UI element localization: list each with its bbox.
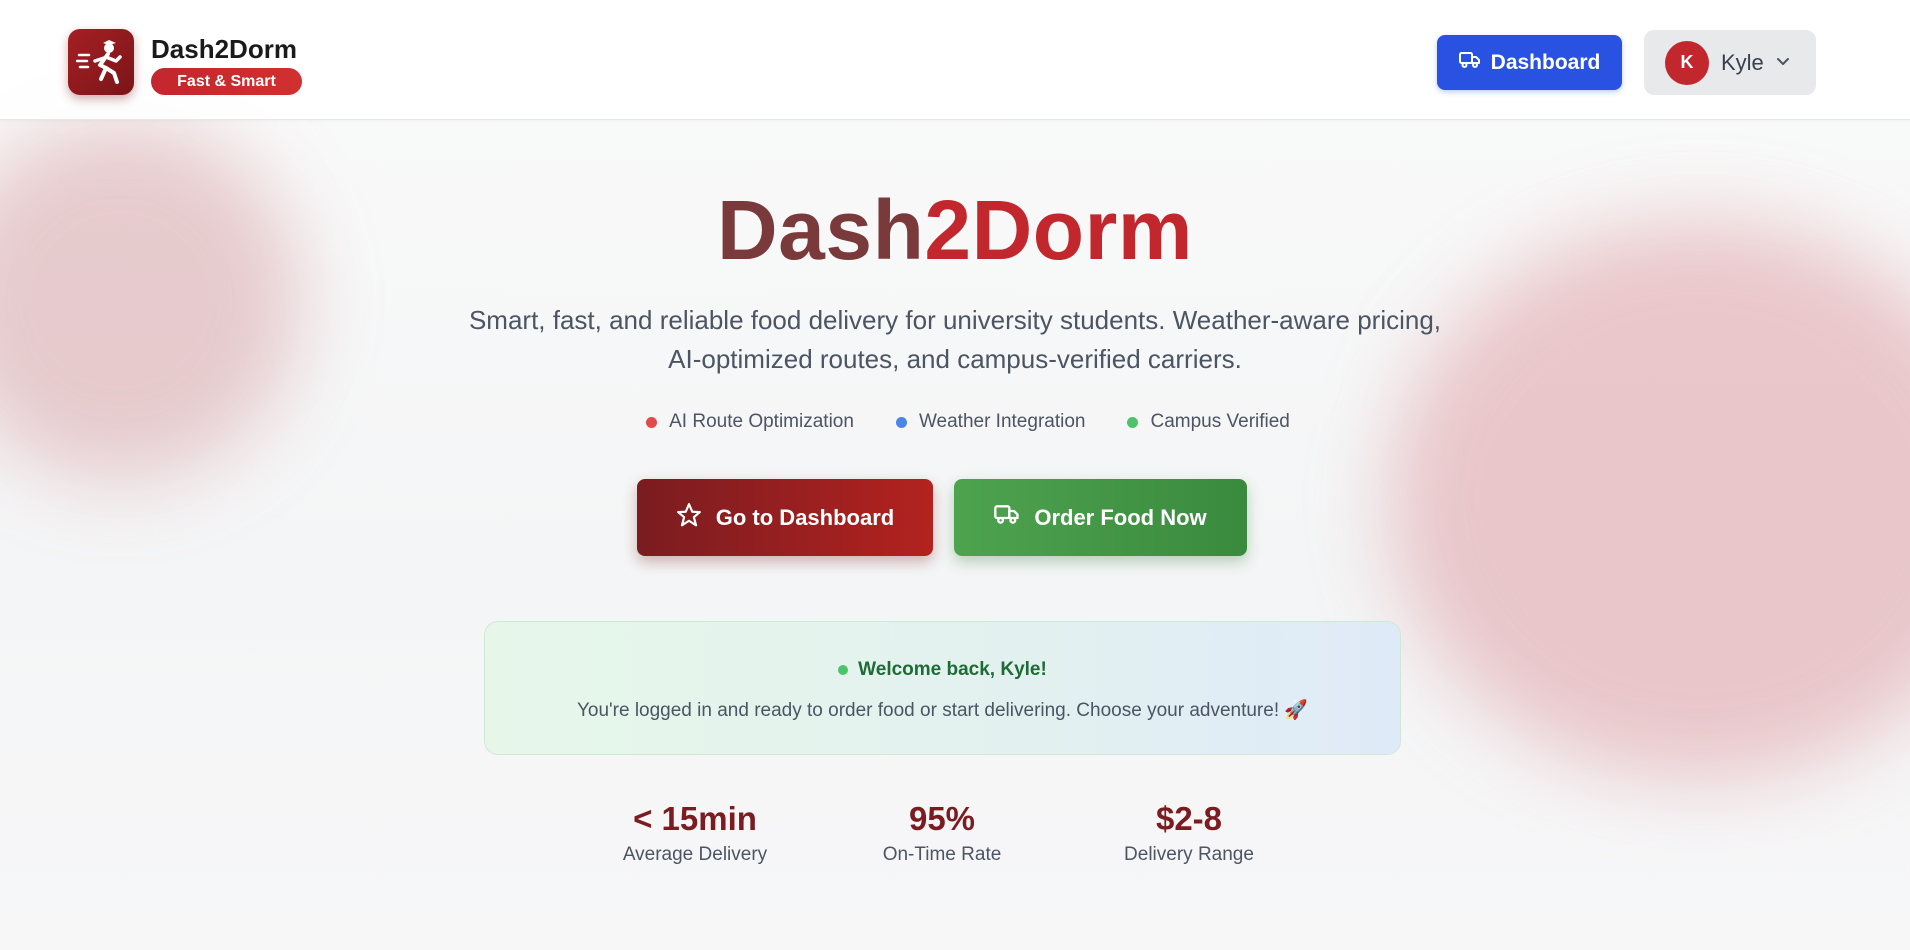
welcome-title-text: Welcome back, Kyle! [858,659,1047,680]
stat-label: On-Time Rate [882,844,1002,865]
feature-label: Campus Verified [1150,411,1290,432]
hero-subtitle: Smart, fast, and reliable food delivery … [405,301,1505,379]
blue-dot-icon [895,416,907,428]
dashboard-button-label: Dashboard [1490,50,1601,74]
order-food-now-button[interactable]: Order Food Now [954,479,1247,556]
truck-icon [994,504,1020,531]
star-icon [676,502,702,534]
top-navbar: Dash2Dorm Fast & Smart Dashboard K Kyle [0,0,1910,120]
order-food-now-label: Order Food Now [1034,504,1207,530]
stat-label: Delivery Range [1124,844,1254,865]
brand-tagline-badge: Fast & Smart [151,68,302,95]
hero-title-part2: 2Dorm [924,183,1193,277]
stat-average-delivery: < 15min Average Delivery [575,800,815,866]
feature-list: AI Route Optimization Weather Integratio… [0,411,1910,433]
hero-title-part1: Dash [717,183,925,277]
landing-page: Dash2Dorm Fast & Smart Dashboard K Kyle [0,0,1910,950]
chevron-down-icon [1776,54,1790,72]
welcome-title: Welcome back, Kyle! [485,659,1400,681]
stat-value: 95% [908,800,976,837]
go-to-dashboard-button[interactable]: Go to Dashboard [637,479,933,556]
feature-label: AI Route Optimization [669,411,854,432]
stat-value: $2-8 [1155,800,1223,837]
welcome-message: You're logged in and ready to order food… [576,700,1309,721]
stat-label: Average Delivery [622,844,768,865]
feature-item: AI Route Optimization [646,411,854,433]
welcome-banner: Welcome back, Kyle! You're logged in and… [484,621,1401,755]
feature-item: Weather Integration [895,411,1086,433]
feature-item: Campus Verified [1127,411,1290,433]
stat-on-time-rate: 95% On-Time Rate [822,800,1062,866]
red-dot-icon [646,416,658,428]
brand-name: Dash2Dorm [151,34,297,64]
hero-title: Dash2Dorm [0,182,1910,279]
green-dot-icon [1127,416,1139,428]
feature-label: Weather Integration [918,411,1086,432]
user-name: Kyle [1721,49,1764,75]
go-to-dashboard-label: Go to Dashboard [715,504,895,530]
truck-icon [1458,51,1481,75]
user-menu-button[interactable]: K Kyle [1644,30,1816,95]
online-status-dot-icon [838,665,849,675]
stat-delivery-range: $2-8 Delivery Range [1069,800,1309,866]
stat-value: < 15min [633,800,757,837]
logo-runner-icon[interactable] [68,29,134,95]
dashboard-button[interactable]: Dashboard [1437,35,1622,90]
avatar: K [1665,40,1709,85]
hero-subtitle-line1: Smart, fast, and reliable food delivery … [468,305,1442,335]
hero-subtitle-line2: AI-optimized routes, and campus-verified… [668,344,1242,374]
